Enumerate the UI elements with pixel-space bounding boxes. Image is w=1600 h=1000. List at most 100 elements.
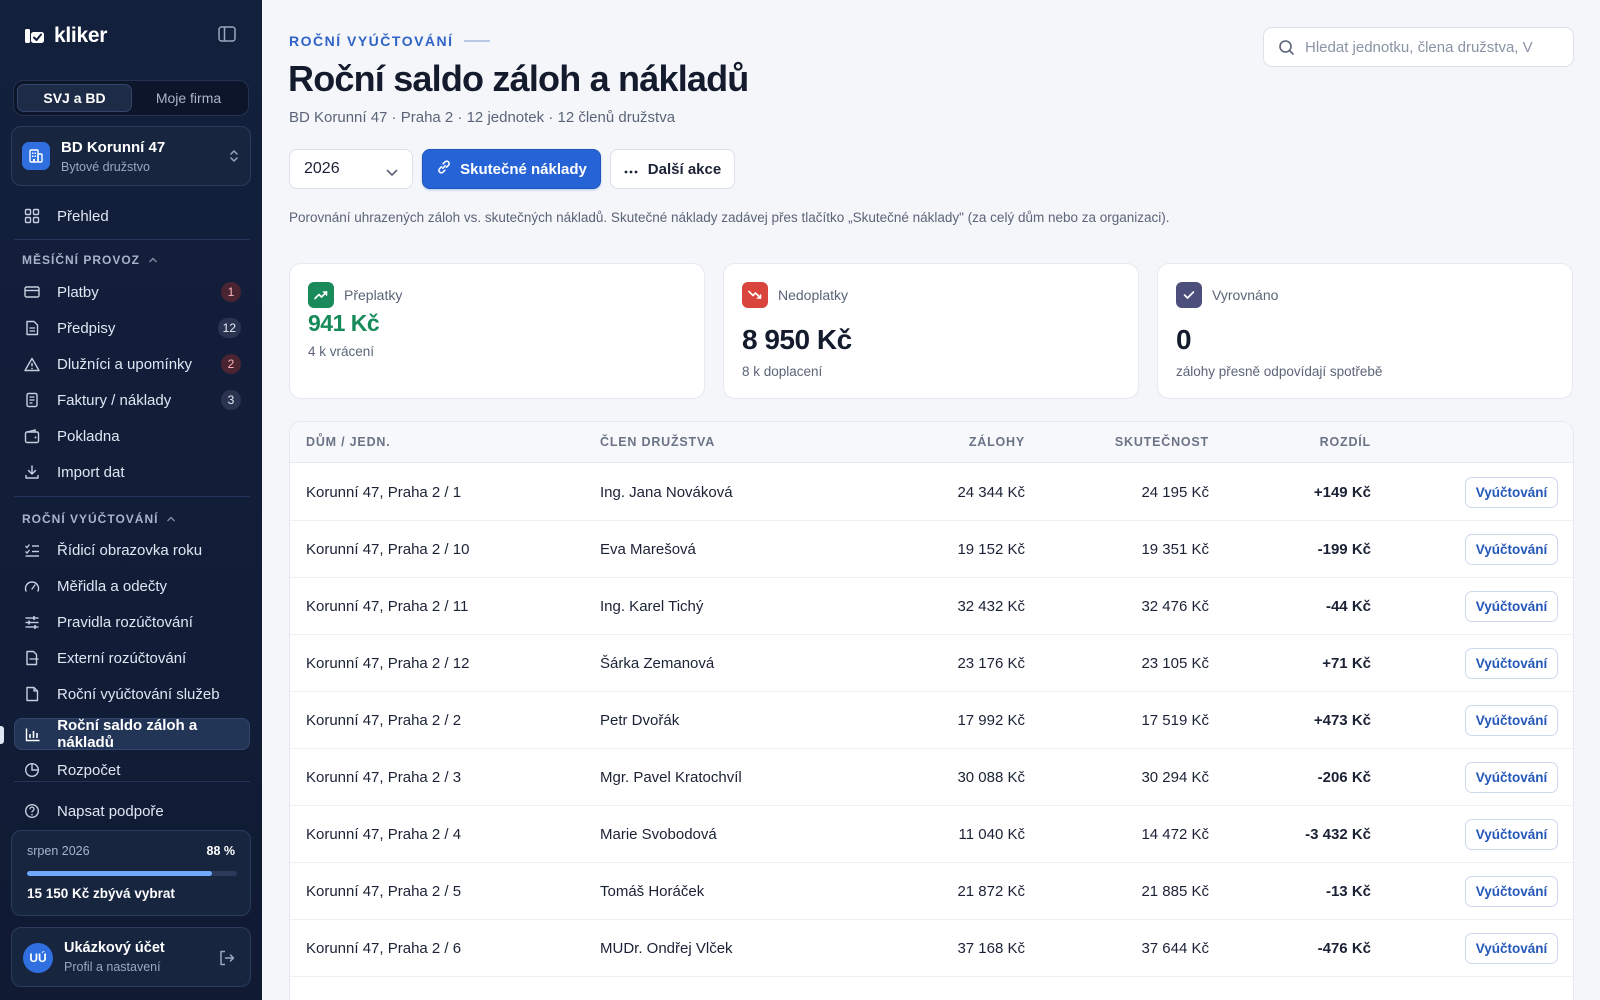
sidebar-item-annual-balance[interactable]: Roční saldo záloh a nákladů [14,717,250,751]
settlement-button[interactable]: Vyúčtování [1465,705,1558,736]
settlement-button[interactable]: Vyúčtování [1465,876,1558,907]
breadcrumb-label: ROČNÍ VYÚČTOVÁNÍ [289,33,454,49]
settlement-button[interactable]: Vyúčtování [1465,933,1558,964]
organization-switcher[interactable]: BD Korunní 47 Bytové družstvo [11,126,251,186]
sidebar-item-cash-desk[interactable]: Pokladna [14,420,250,452]
section-title-monthly[interactable]: MĚSÍČNÍ PROVOZ [22,253,158,267]
cell-deposits: 32 432 Kč [957,598,1025,615]
progress-bar [27,871,237,876]
sidebar-collapse-icon[interactable] [218,26,238,44]
context-switch: SVJ a BD Moje firma [13,80,249,116]
logout-icon[interactable] [218,949,236,972]
sidebar-item-label: Roční saldo záloh a nákladů [57,717,198,751]
cell-actual: 32 476 Kč [1141,598,1209,615]
cell-diff: +149 Kč [1313,484,1371,501]
actual-costs-label: Skutečné náklady [460,160,587,178]
user-name: Ukázkový účet [64,940,165,956]
cell-member: Tomáš Horáček [600,883,705,900]
segment-my-company[interactable]: Moje firma [132,84,245,112]
settlement-button[interactable]: Vyúčtování [1465,819,1558,850]
cell-unit: Korunní 47, Praha 2 / 2 [306,712,462,729]
column-header-member[interactable]: ČLEN DRUŽSTVA [600,435,715,449]
sidebar-item-label: Roční vyúčtování služeb [57,685,220,703]
card-value: 941 Kč [308,310,380,336]
sidebar-item-year-dashboard[interactable]: Řídicí obrazovka roku [14,534,250,566]
sidebar-item-allocation-rules[interactable]: Pravidla rozúčtování [14,606,250,638]
settlement-button[interactable]: Vyúčtování [1465,648,1558,679]
settlement-button[interactable]: Vyúčtování [1465,591,1558,622]
cell-diff: +71 Kč [1322,655,1371,672]
balanced-card: Vyrovnáno 0 zálohy přesně odpovídají spo… [1157,263,1573,399]
sliders-icon [23,613,41,631]
cell-unit: Korunní 47, Praha 2 / 1 [306,484,462,501]
sidebar-divider [14,239,250,240]
sidebar-item-meters[interactable]: Měřidla a odečty [14,570,250,602]
check-icon [1176,282,1202,308]
progress-month: srpen 2026 [27,844,90,858]
cell-diff: -3 432 Kč [1305,826,1371,843]
sidebar-item-invoices[interactable]: Faktury / náklady 3 [14,384,250,416]
user-subtitle: Profil a nastavení [64,960,161,974]
sidebar-item-import[interactable]: Import dat [14,456,250,488]
sidebar-item-label: Měřidla a odečty [57,577,168,595]
cell-deposits: 37 168 Kč [957,940,1025,957]
sidebar-item-debtors[interactable]: Dlužníci a upomínky 2 [14,348,250,380]
sidebar-item-label: Rozpočet [57,761,121,779]
cell-unit: Korunní 47, Praha 2 / 6 [306,940,462,957]
breadcrumb: ROČNÍ VYÚČTOVÁNÍ [289,33,490,49]
column-header-diff[interactable]: ROZDÍL [1320,435,1371,449]
sidebar-item-prescriptions[interactable]: Předpisy 12 [14,312,250,344]
sidebar-item-label: Řídicí obrazovka roku [57,541,203,559]
chevron-down-icon [386,164,398,182]
card-subtext: zálohy přesně odpovídají spotřebě [1176,364,1383,379]
year-select-value: 2026 [304,160,340,177]
section-title-annual[interactable]: ROČNÍ VYÚČTOVÁNÍ [22,512,176,526]
chevron-up-icon [167,516,176,522]
sidebar-item-overview[interactable]: Přehled [14,200,250,232]
settlement-button[interactable]: Vyúčtování [1465,762,1558,793]
cell-member: Šárka Zemanová [600,655,715,672]
sidebar-item-support[interactable]: Napsat podpoře [14,795,250,827]
settlement-button[interactable]: Vyúčtování [1465,477,1558,508]
app-logo[interactable]: kliker [24,24,107,48]
actual-costs-button[interactable]: Skutečné náklady [422,149,601,189]
count-badge: 12 [217,318,241,338]
more-actions-button[interactable]: Další akce [610,149,735,189]
column-header-actual[interactable]: SKUTEČNOST [1115,435,1209,449]
cell-actual: 30 294 Kč [1141,769,1209,786]
column-header-unit[interactable]: DŮM / JEDN. [306,435,391,449]
progress-bar-fill [27,871,212,876]
sidebar-item-label: Předpisy [57,319,116,337]
column-header-deposits[interactable]: ZÁLOHY [969,435,1025,449]
cell-unit: Korunní 47, Praha 2 / 3 [306,769,462,786]
download-icon [23,463,41,481]
sidebar-item-label: Externí rozúčtování [57,649,187,667]
cell-member: Petr Dvořák [600,712,680,729]
sidebar-item-annual-services[interactable]: Roční vyúčtování služeb [14,678,250,710]
cell-member: Mgr. Pavel Kratochvíl [600,769,742,786]
year-select[interactable]: 2026 [289,149,413,189]
more-dots-icon [624,161,638,178]
cell-unit: Korunní 47, Praha 2 / 11 [306,598,469,615]
underpayments-card: Nedoplatky 8 950 Kč 8 k doplacení [723,263,1139,399]
card-label: Přeplatky [344,287,403,303]
table-header: DŮM / JEDN. ČLEN DRUŽSTVA ZÁLOHY SKUTEČN… [290,422,1573,463]
sidebar-item-payments[interactable]: Platby 1 [14,276,250,308]
chevron-up-down-icon [228,149,240,168]
file-export-icon [23,649,41,667]
count-badge: 1 [221,282,241,302]
segment-svj-bd[interactable]: SVJ a BD [17,84,132,112]
warning-icon [23,355,41,373]
sidebar-divider [14,496,250,497]
table-row: Korunní 47, Praha 2 / 4 Marie Svobodová … [290,806,1573,863]
settlement-button[interactable]: Vyúčtování [1465,534,1558,565]
cell-actual: 17 519 Kč [1141,712,1209,729]
cell-deposits: 21 872 Kč [957,883,1025,900]
search-input[interactable] [1305,38,1545,56]
grid-icon [23,207,41,225]
page-subtitle: BD Korunní 47 · Praha 2 · 12 jednotek · … [289,109,676,126]
cell-actual: 23 105 Kč [1141,655,1209,672]
search-box[interactable] [1263,27,1574,67]
sidebar-item-external-allocation[interactable]: Externí rozúčtování [14,642,250,674]
user-profile[interactable]: UÚ Ukázkový účet Profil a nastavení [11,927,251,987]
